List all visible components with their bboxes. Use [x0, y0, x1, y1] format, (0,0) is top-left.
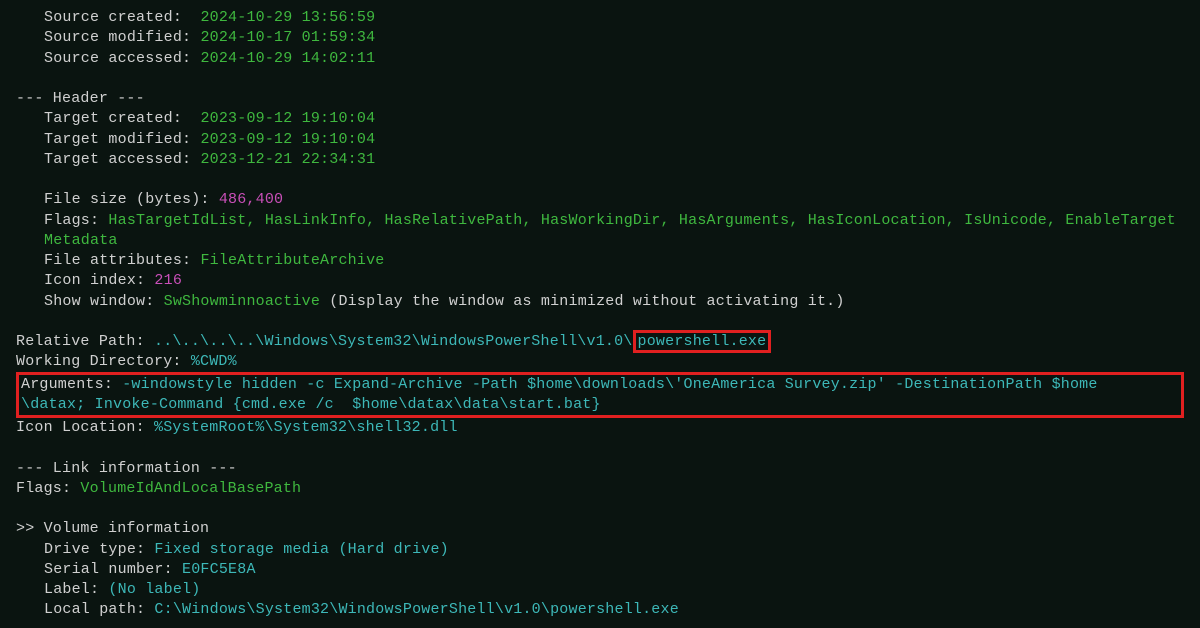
target-modified-label: Target modified:: [44, 131, 191, 148]
arguments-label: Arguments:: [21, 376, 122, 393]
arguments-highlight-box: Arguments: -windowstyle hidden -c Expand…: [16, 372, 1184, 419]
blank-line-2: [16, 170, 1184, 190]
iconloc-label: Icon Location:: [16, 419, 154, 436]
iconloc-line: Icon Location: %SystemRoot%\System32\she…: [16, 418, 1184, 438]
arguments-value-2: \datax; Invoke-Command {cmd.exe /c $home…: [21, 396, 601, 413]
linkflags-value: VolumeIdAndLocalBasePath: [80, 480, 301, 497]
fileattr-value: FileAttributeArchive: [200, 252, 384, 269]
drivetype-value: Fixed storage media (Hard drive): [154, 541, 448, 558]
source-modified-line: Source modified: 2024-10-17 01:59:34: [16, 28, 1184, 48]
target-created-line: Target created: 2023-09-12 19:10:04: [16, 109, 1184, 129]
workdir-line: Working Directory: %CWD%: [16, 352, 1184, 372]
source-modified-label: Source modified:: [44, 29, 191, 46]
arguments-line-1: Arguments: -windowstyle hidden -c Expand…: [21, 375, 1179, 395]
relpath-highlight-box: powershell.exe: [633, 330, 772, 353]
workdir-label: Working Directory:: [16, 353, 191, 370]
arguments-line-2: \datax; Invoke-Command {cmd.exe /c $home…: [21, 395, 1179, 415]
workdir-value: %CWD%: [191, 353, 237, 370]
localpath-value: C:\Windows\System32\WindowsPowerShell\v1…: [154, 601, 678, 618]
fileattr-label: File attributes:: [44, 252, 200, 269]
target-created-label: Target created:: [44, 110, 182, 127]
flags-value: HasTargetIdList, HasLinkInfo, HasRelativ…: [44, 212, 1176, 249]
fileattr-line: File attributes: FileAttributeArchive: [16, 251, 1184, 271]
flags-line: Flags: HasTargetIdList, HasLinkInfo, Has…: [16, 211, 1184, 252]
volinfo-title: >> Volume information: [16, 519, 1184, 539]
vollabel-value: (No label): [108, 581, 200, 598]
serial-value: E0FC5E8A: [182, 561, 256, 578]
relpath-label: Relative Path:: [16, 333, 154, 350]
serial-label: Serial number:: [44, 561, 182, 578]
iconloc-value: %SystemRoot%\System32\shell32.dll: [154, 419, 458, 436]
showwin-desc: (Display the window as minimized without…: [320, 293, 844, 310]
source-accessed-label: Source accessed:: [44, 50, 191, 67]
localpath-line: Local path: C:\Windows\System32\WindowsP…: [16, 600, 1184, 620]
filesize-label: File size (bytes):: [44, 191, 219, 208]
flags-label: Flags:: [44, 212, 108, 229]
blank-line-4: [16, 438, 1184, 458]
iconidx-label: Icon index:: [44, 272, 154, 289]
target-modified-value: 2023-09-12 19:10:04: [200, 131, 375, 148]
source-accessed-value: 2024-10-29 14:02:11: [200, 50, 375, 67]
vollabel-line: Label: (No label): [16, 580, 1184, 600]
target-created-value: 2023-09-12 19:10:04: [200, 110, 375, 127]
target-accessed-line: Target accessed: 2023-12-21 22:34:31: [16, 150, 1184, 170]
localpath-label: Local path:: [44, 601, 154, 618]
blank-line-1: [16, 69, 1184, 89]
filesize-line: File size (bytes): 486,400: [16, 190, 1184, 210]
source-accessed-line: Source accessed: 2024-10-29 14:02:11: [16, 49, 1184, 69]
iconidx-line: Icon index: 216: [16, 271, 1184, 291]
source-created-line: Source created: 2024-10-29 13:56:59: [16, 8, 1184, 28]
source-created-label: Source created:: [44, 9, 182, 26]
linkinfo-title: --- Link information ---: [16, 459, 1184, 479]
source-created-value: 2024-10-29 13:56:59: [200, 9, 375, 26]
vollabel-label: Label:: [44, 581, 108, 598]
relpath-prefix: ..\..\..\..\Windows\System32\WindowsPowe…: [154, 333, 632, 350]
header-section-title: --- Header ---: [16, 89, 1184, 109]
blank-line-5: [16, 499, 1184, 519]
relpath-highlight-text: powershell.exe: [638, 333, 767, 350]
linkflags-line: Flags: VolumeIdAndLocalBasePath: [16, 479, 1184, 499]
relpath-line: Relative Path: ..\..\..\..\Windows\Syste…: [16, 332, 1184, 352]
source-modified-value: 2024-10-17 01:59:34: [200, 29, 375, 46]
showwin-value: SwShowminnoactive: [164, 293, 320, 310]
drivetype-line: Drive type: Fixed storage media (Hard dr…: [16, 540, 1184, 560]
target-modified-line: Target modified: 2023-09-12 19:10:04: [16, 130, 1184, 150]
iconidx-value: 216: [154, 272, 182, 289]
blank-line-3: [16, 312, 1184, 332]
target-accessed-label: Target accessed:: [44, 151, 191, 168]
showwin-line: Show window: SwShowminnoactive (Display …: [16, 292, 1184, 312]
drivetype-label: Drive type:: [44, 541, 154, 558]
showwin-label: Show window:: [44, 293, 164, 310]
linkflags-label: Flags:: [16, 480, 80, 497]
target-accessed-value: 2023-12-21 22:34:31: [200, 151, 375, 168]
filesize-value: 486,400: [219, 191, 283, 208]
arguments-value-1: -windowstyle hidden -c Expand-Archive -P…: [122, 376, 1097, 393]
serial-line: Serial number: E0FC5E8A: [16, 560, 1184, 580]
